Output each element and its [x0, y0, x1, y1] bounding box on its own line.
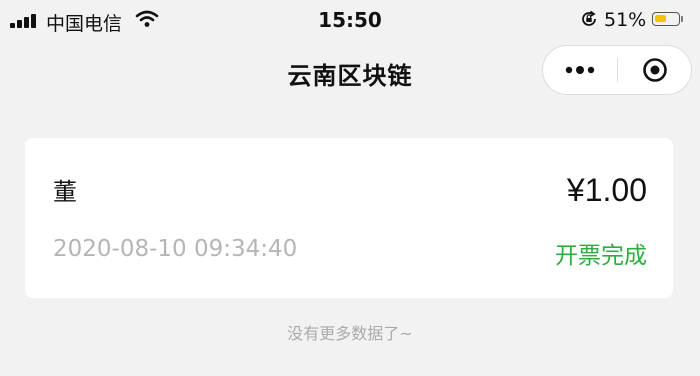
record-name: 董 — [53, 178, 77, 206]
record-status: 开票完成 — [555, 243, 647, 269]
invoice-record-card[interactable]: 董 ¥1.00 2020-08-10 09:34:40 开票完成 — [25, 138, 673, 298]
no-more-data-text: 没有更多数据了~ — [287, 324, 413, 343]
status-bar: 中国电信 15:50 51% — [0, 0, 700, 40]
battery-icon — [652, 12, 680, 26]
rotation-lock-icon — [582, 10, 596, 26]
record-datetime: 2020-08-10 09:34:40 — [53, 236, 298, 262]
battery-percent: 51% — [604, 9, 647, 31]
close-button[interactable] — [618, 46, 691, 94]
battery-level — [655, 15, 666, 22]
battery-tip — [681, 16, 683, 22]
close-target-icon — [642, 58, 667, 82]
more-button[interactable] — [543, 46, 617, 94]
record-amount: ¥1.00 — [566, 172, 647, 208]
mini-program-capsule — [542, 45, 692, 95]
more-icon — [565, 66, 595, 74]
